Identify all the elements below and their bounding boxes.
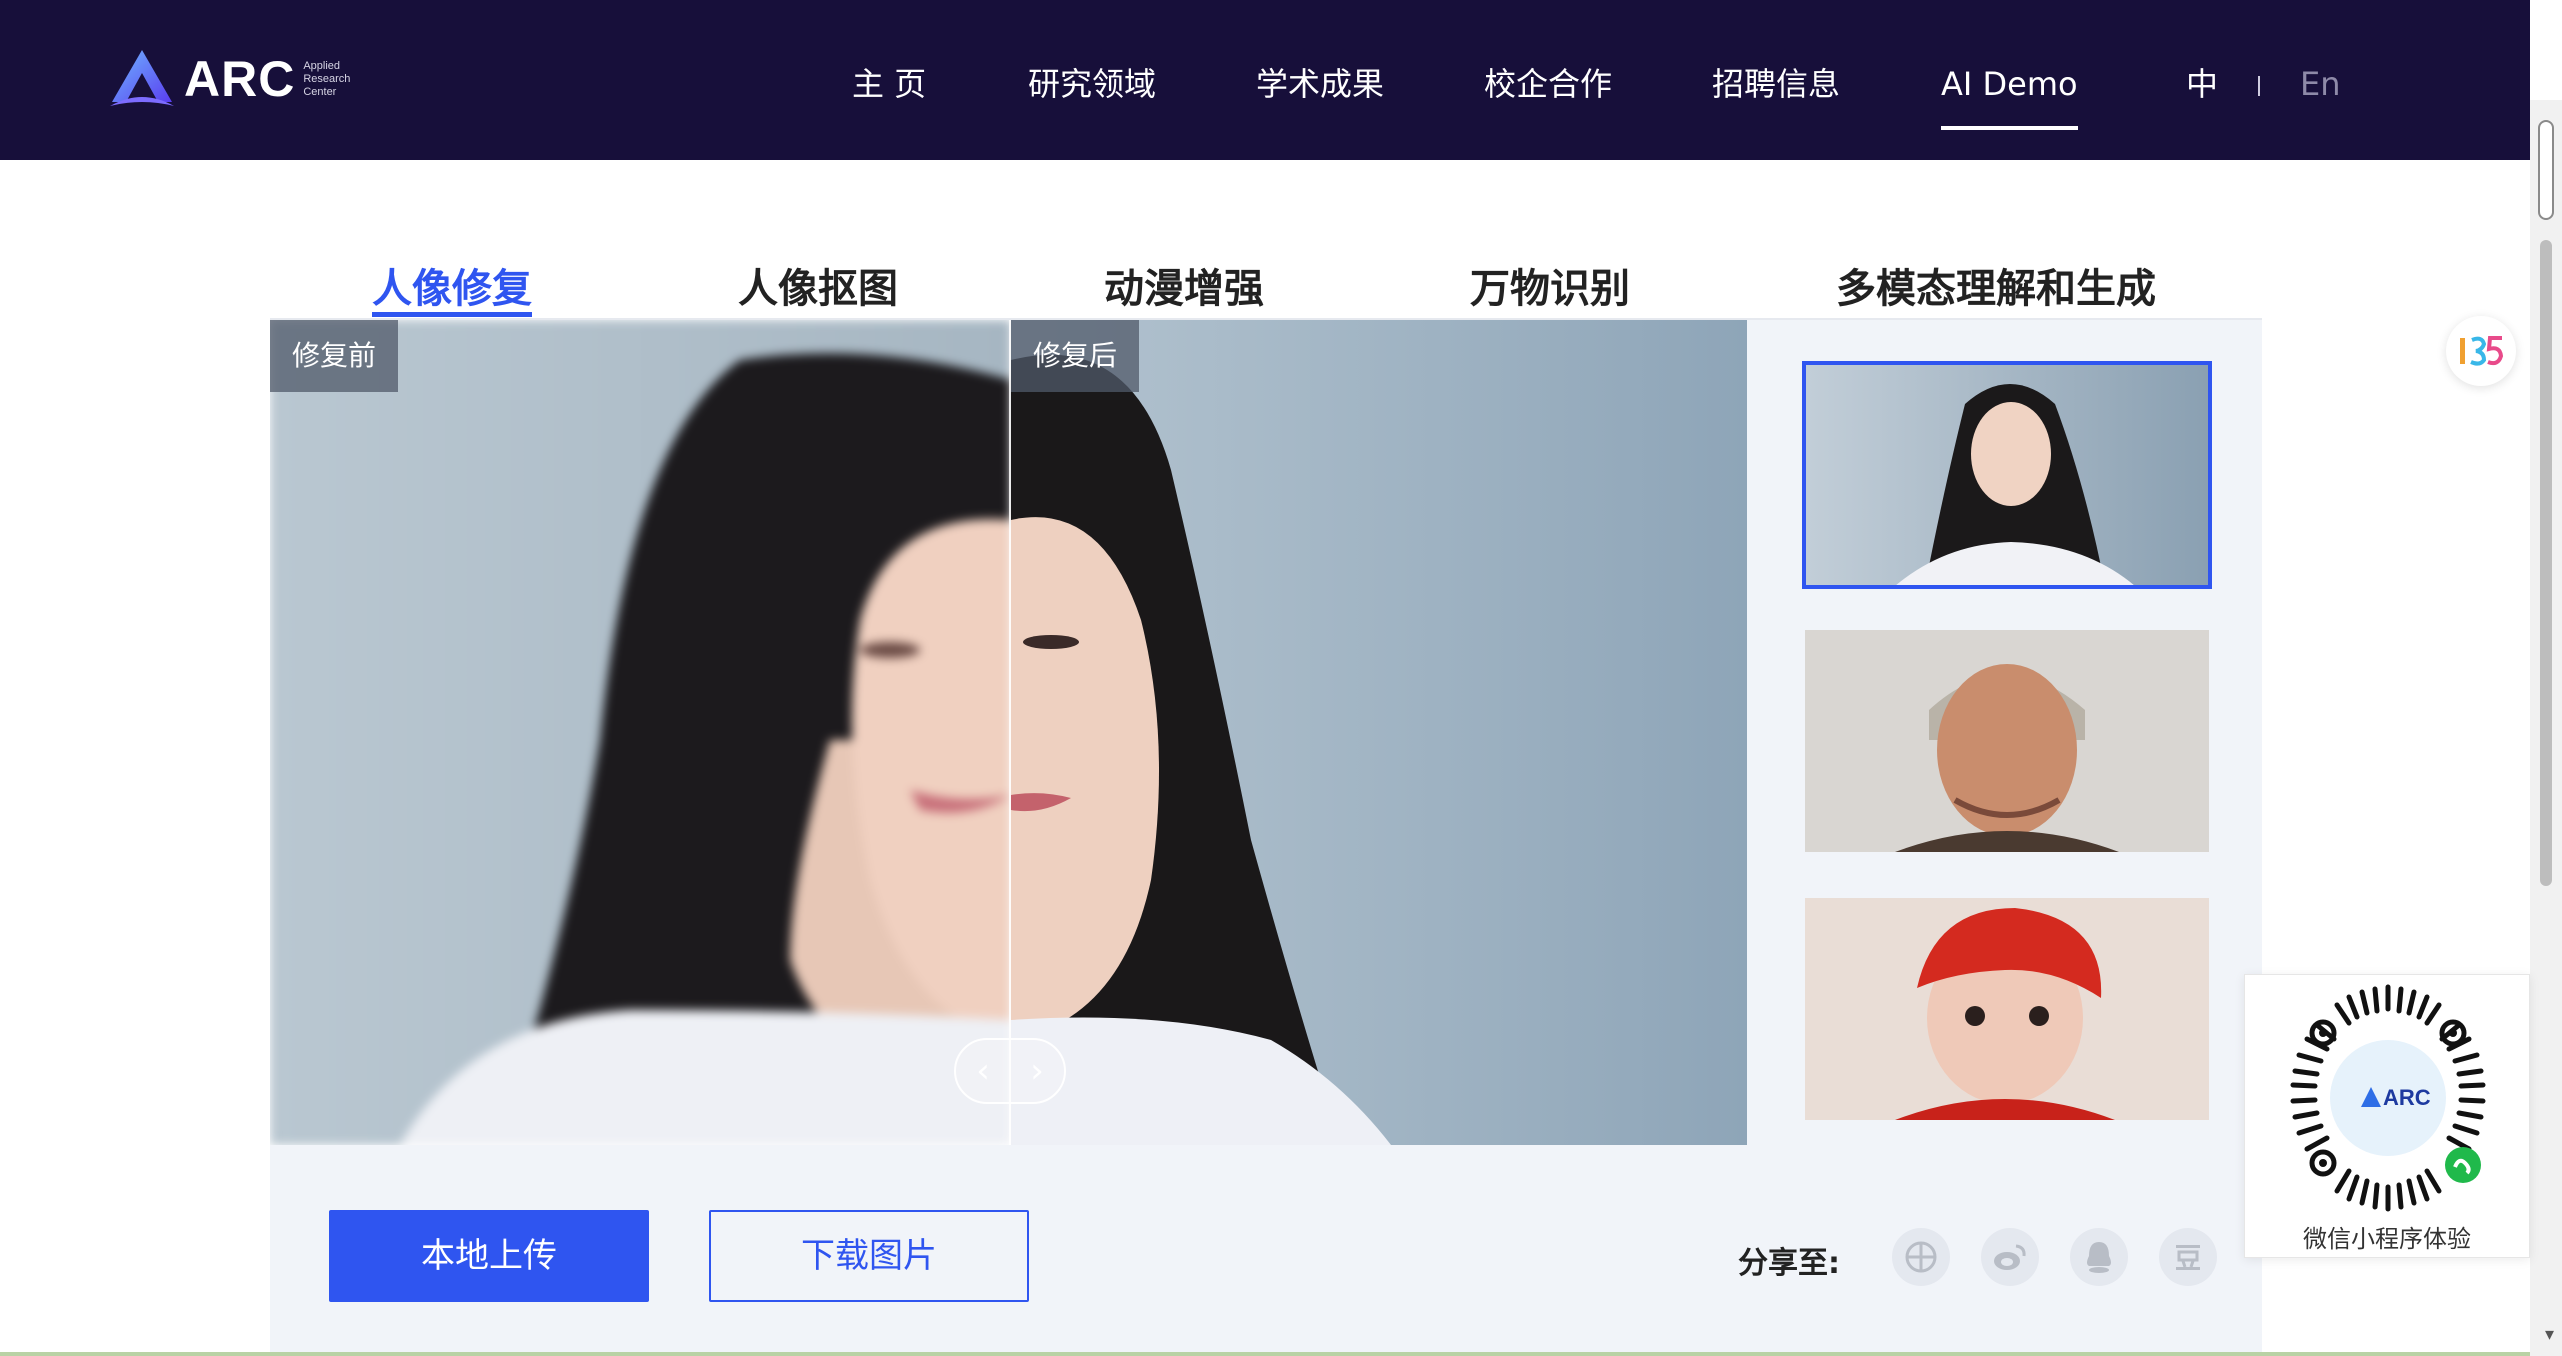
compare-slider-handle[interactable]: ‹ › — [954, 1038, 1066, 1104]
chevron-left-icon: ‹ — [976, 1051, 990, 1091]
nav-home[interactable]: 主 页 — [852, 64, 926, 104]
tab-portrait-matting[interactable]: 人像抠图 — [738, 256, 898, 314]
before-image — [270, 320, 1011, 1145]
logo-text: ARC — [184, 51, 296, 107]
lang-zh[interactable]: 中 — [2186, 64, 2218, 104]
tab-multimodal[interactable]: 多模态理解和生成 — [1836, 256, 2156, 314]
nav-ai-demo[interactable]: AI Demo — [1941, 64, 2078, 130]
weibo-icon[interactable] — [1981, 1228, 2039, 1286]
logo-subtitle: Applied Research Center — [303, 60, 350, 99]
page-bottom-edge — [0, 1352, 2530, 1356]
compare-divider[interactable] — [1009, 320, 1011, 1145]
qq-icon[interactable] — [2070, 1228, 2128, 1286]
nav-cooperation[interactable]: 校企合作 — [1484, 64, 1612, 104]
lang-en[interactable]: En — [2300, 64, 2341, 104]
wechat-moments-icon[interactable] — [1892, 1228, 1950, 1286]
logo-sub-line: Center — [303, 85, 337, 98]
135-editor-icon[interactable] — [2446, 316, 2516, 386]
lang-divider — [2258, 76, 2260, 96]
scrollbar-track-fill — [2540, 240, 2552, 886]
wechat-miniprogram-card[interactable]: ARC 微信小程序体验 — [2244, 974, 2530, 1258]
before-label: 修复前 — [270, 320, 399, 392]
after-label: 修复后 — [1011, 320, 1140, 392]
after-image — [1011, 320, 1747, 1145]
demo-tabs: 人像修复 人像抠图 动漫增强 万物识别 多模态理解和生成 — [270, 250, 2262, 320]
tab-portrait-restoration[interactable]: 人像修复 — [372, 256, 532, 317]
tab-object-recognition[interactable]: 万物识别 — [1470, 256, 1630, 314]
nav-publications[interactable]: 学术成果 — [1256, 64, 1384, 104]
douban-icon[interactable] — [2159, 1228, 2217, 1286]
share-label: 分享至: — [1738, 1246, 1840, 1281]
sample-thumb-woman[interactable] — [1802, 361, 2212, 589]
scrollbar-thumb[interactable] — [2538, 120, 2554, 220]
logo-sub-line: Applied — [303, 59, 341, 72]
arc-logo-icon — [110, 50, 174, 106]
sample-thumb-child[interactable] — [1805, 898, 2209, 1120]
top-header: ARC Applied Research Center 主 页 研究领域 学术成… — [0, 0, 2530, 160]
download-button[interactable]: 下载图片 — [709, 1210, 1029, 1302]
chevron-right-icon: › — [1030, 1051, 1044, 1091]
arc-logo[interactable]: ARC Applied Research Center — [106, 46, 350, 112]
scroll-down-arrow-icon[interactable]: ▾ — [2545, 1324, 2554, 1345]
nav-careers[interactable]: 招聘信息 — [1712, 64, 1840, 104]
upload-button[interactable]: 本地上传 — [329, 1210, 649, 1302]
qr-logo-text: ARC — [2383, 1085, 2431, 1110]
logo-sub-line: Research — [303, 72, 351, 85]
tab-anime-enhance[interactable]: 动漫增强 — [1104, 256, 1264, 314]
qr-caption: 微信小程序体验 — [2303, 1225, 2471, 1253]
sample-thumbnails — [1747, 320, 2262, 1145]
sample-thumb-older-man[interactable] — [1805, 630, 2209, 852]
nav-research[interactable]: 研究领域 — [1028, 64, 1156, 104]
